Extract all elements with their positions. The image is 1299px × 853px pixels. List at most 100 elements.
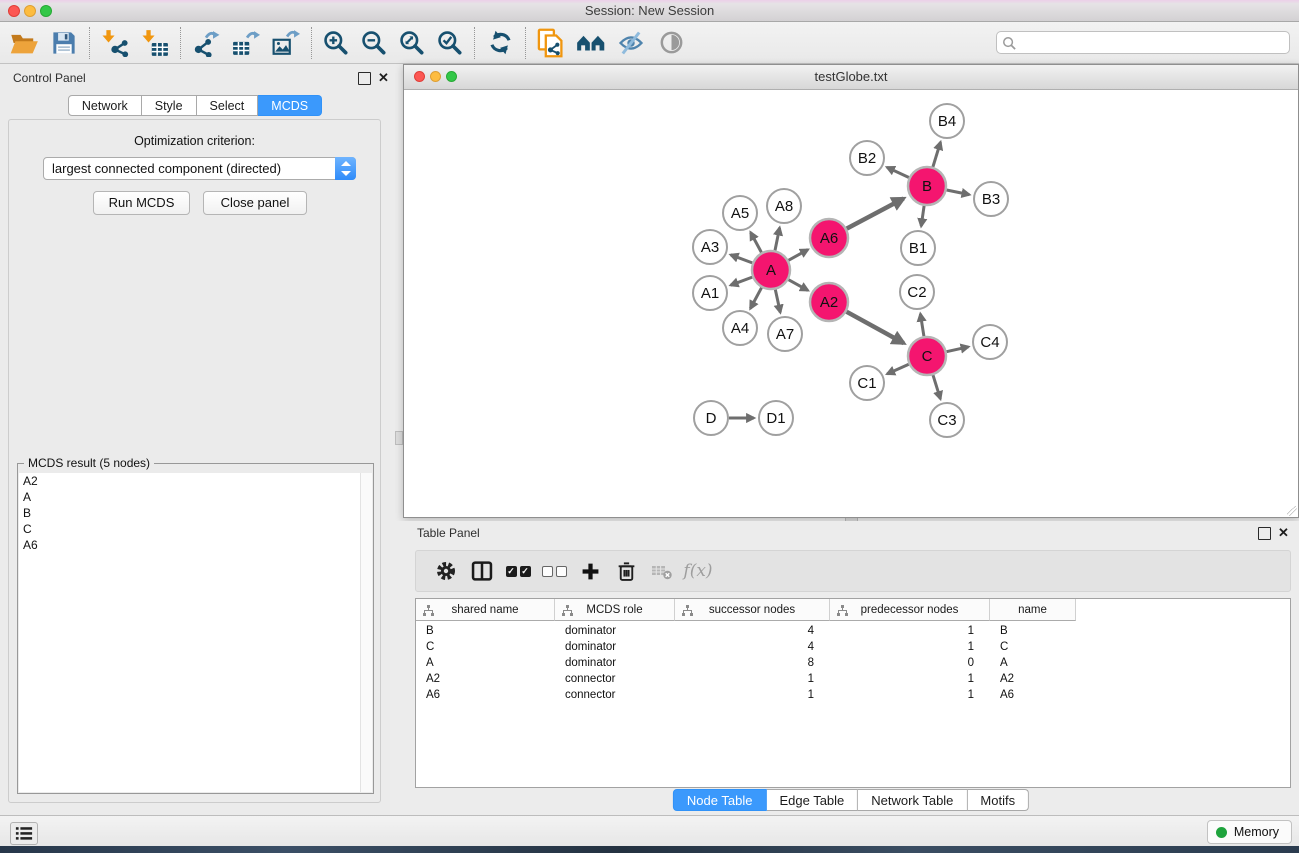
export-network-button[interactable] xyxy=(186,25,226,61)
show-columns-button[interactable] xyxy=(464,555,500,587)
select-all-columns-button[interactable]: ✓✓ xyxy=(500,555,536,587)
node-A3[interactable]: A3 xyxy=(693,230,727,264)
export-table-button[interactable] xyxy=(226,25,266,61)
result-item[interactable]: C xyxy=(19,521,372,537)
edge-B-B4[interactable] xyxy=(933,142,941,167)
node-B4[interactable]: B4 xyxy=(930,104,964,138)
apply-layout-button[interactable] xyxy=(480,25,520,61)
show-hidden-button[interactable] xyxy=(651,25,691,61)
edge-A-A3[interactable] xyxy=(731,255,753,263)
zoom-in-button[interactable] xyxy=(317,25,355,61)
unselect-all-columns-button[interactable] xyxy=(536,555,572,587)
node-A6[interactable]: A6 xyxy=(810,219,848,257)
float-table-panel-button[interactable] xyxy=(1258,527,1271,540)
run-mcds-button[interactable]: Run MCDS xyxy=(93,191,190,215)
table-row[interactable]: A6connector11A6 xyxy=(416,687,1290,703)
edge-A-A5[interactable] xyxy=(751,232,762,252)
node-B2[interactable]: B2 xyxy=(850,141,884,175)
node-A4[interactable]: A4 xyxy=(723,311,757,345)
node-A1[interactable]: A1 xyxy=(693,276,727,310)
node-B1[interactable]: B1 xyxy=(901,231,935,265)
tab-motifs[interactable]: Motifs xyxy=(967,789,1029,811)
node-A5[interactable]: A5 xyxy=(723,196,757,230)
node-B[interactable]: B xyxy=(908,167,946,205)
edge-A2-C[interactable] xyxy=(847,312,904,343)
edge-A-A1[interactable] xyxy=(731,277,753,285)
node-C3[interactable]: C3 xyxy=(930,403,964,437)
column-header-name[interactable]: name xyxy=(990,599,1076,621)
edge-C-C2[interactable] xyxy=(920,314,924,336)
node-D1[interactable]: D1 xyxy=(759,401,793,435)
save-session-button[interactable] xyxy=(44,25,84,61)
column-header-mcds-role[interactable]: MCDS role xyxy=(555,599,675,621)
table-row[interactable]: Cdominator41C xyxy=(416,639,1290,655)
edge-B-B3[interactable] xyxy=(947,190,970,195)
column-header-predecessor-nodes[interactable]: predecessor nodes xyxy=(830,599,990,621)
node-D[interactable]: D xyxy=(694,401,728,435)
node-A2[interactable]: A2 xyxy=(810,283,848,321)
tab-edge-table[interactable]: Edge Table xyxy=(766,789,858,811)
node-C1[interactable]: C1 xyxy=(850,366,884,400)
close-table-panel-button[interactable]: ✕ xyxy=(1278,526,1289,539)
edge-C-C4[interactable] xyxy=(947,347,969,352)
tab-network-table[interactable]: Network Table xyxy=(858,789,967,811)
delete-table-button[interactable] xyxy=(644,555,680,587)
node-C4[interactable]: C4 xyxy=(973,325,1007,359)
delete-column-button[interactable] xyxy=(608,555,644,587)
zoom-selected-button[interactable] xyxy=(431,25,469,61)
open-session-button[interactable] xyxy=(4,25,44,61)
result-item[interactable]: A xyxy=(19,489,372,505)
tab-mcds[interactable]: MCDS xyxy=(258,95,322,116)
edge-A-A7[interactable] xyxy=(775,290,780,313)
node-C[interactable]: C xyxy=(908,337,946,375)
result-item[interactable]: A6 xyxy=(19,537,372,553)
float-panel-button[interactable] xyxy=(358,72,371,85)
edge-C-C1[interactable] xyxy=(887,364,909,374)
homes-button[interactable] xyxy=(571,25,611,61)
close-panel-button[interactable]: ✕ xyxy=(378,71,389,84)
result-scrollbar[interactable] xyxy=(360,473,372,792)
memory-button[interactable]: Memory xyxy=(1207,820,1292,844)
edge-B-B1[interactable] xyxy=(921,206,924,226)
criterion-dropdown[interactable]: largest connected component (directed) xyxy=(43,157,356,180)
edge-B-B2[interactable] xyxy=(887,167,909,177)
export-image-button[interactable] xyxy=(266,25,306,61)
table-row[interactable]: Bdominator41B xyxy=(416,623,1290,639)
table-row[interactable]: Adominator80A xyxy=(416,655,1290,671)
edge-A6-B[interactable] xyxy=(847,199,904,229)
search-field[interactable] xyxy=(996,31,1290,54)
network-window-titlebar[interactable]: testGlobe.txt xyxy=(404,65,1298,90)
panel-menu-button[interactable] xyxy=(10,822,38,845)
edge-A-A8[interactable] xyxy=(775,228,780,251)
function-builder-button[interactable]: f(x) xyxy=(680,555,716,587)
node-A[interactable]: A xyxy=(752,251,790,289)
tab-network[interactable]: Network xyxy=(68,95,142,116)
edge-A-A2[interactable] xyxy=(789,280,808,291)
table-settings-button[interactable] xyxy=(428,555,464,587)
column-header-shared-name[interactable]: shared name xyxy=(416,599,555,621)
edge-A-A6[interactable] xyxy=(789,250,808,261)
node-A8[interactable]: A8 xyxy=(767,189,801,223)
search-input[interactable] xyxy=(1019,33,1283,54)
resize-grip-icon[interactable] xyxy=(1287,506,1297,516)
node-C2[interactable]: C2 xyxy=(900,275,934,309)
hide-selected-button[interactable] xyxy=(611,25,651,61)
result-item[interactable]: A2 xyxy=(19,473,372,489)
tab-node-table[interactable]: Node Table xyxy=(673,789,767,811)
network-canvas-svg[interactable]: A A1 A2 A3 A4 A5 A6 A7 A8 B B1 B2 B3 B4 C C1 C2 C3 C4 D D1 xyxy=(404,89,1298,516)
edge-A-A4[interactable] xyxy=(750,288,761,309)
tab-style[interactable]: Style xyxy=(142,95,197,116)
copy-network-button[interactable] xyxy=(531,25,571,61)
edge-C-C3[interactable] xyxy=(933,375,940,399)
node-B3[interactable]: B3 xyxy=(974,182,1008,216)
zoom-fit-button[interactable] xyxy=(393,25,431,61)
import-table-button[interactable] xyxy=(135,25,175,61)
result-item[interactable]: B xyxy=(19,505,372,521)
import-network-button[interactable] xyxy=(95,25,135,61)
node-A7[interactable]: A7 xyxy=(768,317,802,351)
column-header-successor-nodes[interactable]: successor nodes xyxy=(675,599,830,621)
create-column-button[interactable] xyxy=(572,555,608,587)
table-row[interactable]: A2connector11A2 xyxy=(416,671,1290,687)
close-panel-action-button[interactable]: Close panel xyxy=(203,191,307,215)
vertical-splitter-handle[interactable] xyxy=(395,431,403,445)
